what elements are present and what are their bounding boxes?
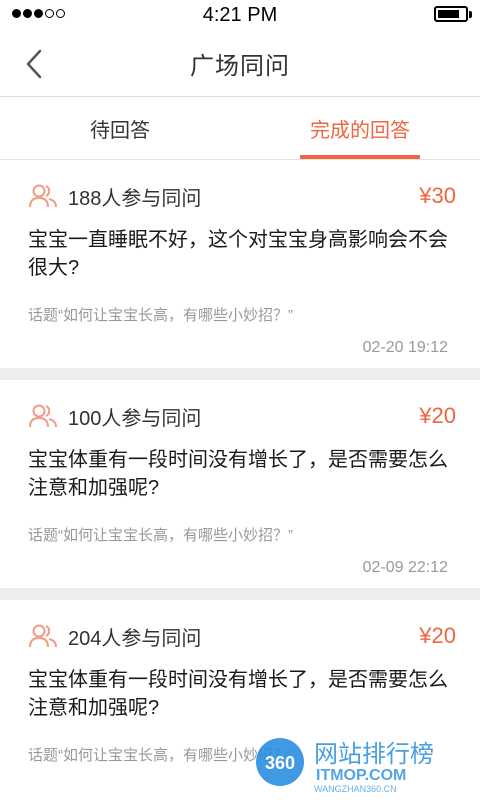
participant-count: 100人参与同问 [68, 407, 202, 430]
signal-strength-icon [12, 9, 65, 18]
reward-amount: ¥20 [419, 623, 456, 648]
people-icon [29, 404, 57, 428]
watermark-title: 网站排行榜 [314, 740, 434, 768]
reward-amount: ¥30 [419, 183, 456, 208]
back-button[interactable] [14, 44, 54, 84]
watermark-logo: 360 网站排行榜 ITMOP.COM WANGZHAN360.CN [256, 738, 434, 794]
participant-count: 204人参与同问 [68, 627, 202, 650]
topic-text[interactable]: 话题“如何让宝宝长高，有哪些小妙招？” [28, 524, 456, 545]
question-text: 宝宝体重有一段时间没有增长了，是否需要怎么注意和加强呢? [28, 449, 448, 499]
tab-completed[interactable]: 完成的回答 [240, 97, 480, 159]
status-time: 4:21 PM [202, 3, 278, 26]
status-bar: 4:21 PM [0, 0, 480, 30]
watermark-url: ITMOP.COM [316, 767, 406, 784]
tab-label: 待回答 [90, 119, 150, 142]
reward-amount: ¥20 [419, 403, 456, 428]
question-list: 188人参与同问 ¥30 宝宝一直睡眠不好，这个对宝宝身高影响会不会很大? 话题… [0, 160, 480, 808]
topic-text[interactable]: 话题“如何让宝宝长高，有哪些小妙招？” [28, 304, 456, 325]
participant-count: 188人参与同问 [68, 187, 202, 210]
watermark-sub: WANGZHAN360.CN [314, 784, 397, 794]
tab-label: 完成的回答 [310, 119, 410, 142]
chevron-left-icon [26, 49, 42, 79]
question-text: 宝宝体重有一段时间没有增长了，是否需要怎么注意和加强呢? [28, 669, 448, 719]
question-card[interactable]: 188人参与同问 ¥30 宝宝一直睡眠不好，这个对宝宝身高影响会不会很大? 话题… [0, 160, 480, 368]
battery-icon [434, 6, 472, 22]
timestamp: 02-09 22:12 [362, 559, 448, 576]
people-icon [29, 184, 57, 208]
page-title: 广场同问 [190, 52, 290, 80]
question-text: 宝宝一直睡眠不好，这个对宝宝身高影响会不会很大? [28, 229, 448, 279]
nav-bar: 广场同问 [0, 30, 480, 97]
watermark-badge: 360 [265, 753, 295, 773]
tab-bar: 待回答 完成的回答 [0, 97, 480, 160]
people-icon [29, 624, 57, 648]
tab-pending[interactable]: 待回答 [0, 97, 240, 159]
timestamp: 02-20 19:12 [362, 339, 448, 356]
question-card[interactable]: 100人参与同问 ¥20 宝宝体重有一段时间没有增长了，是否需要怎么注意和加强呢… [0, 380, 480, 588]
